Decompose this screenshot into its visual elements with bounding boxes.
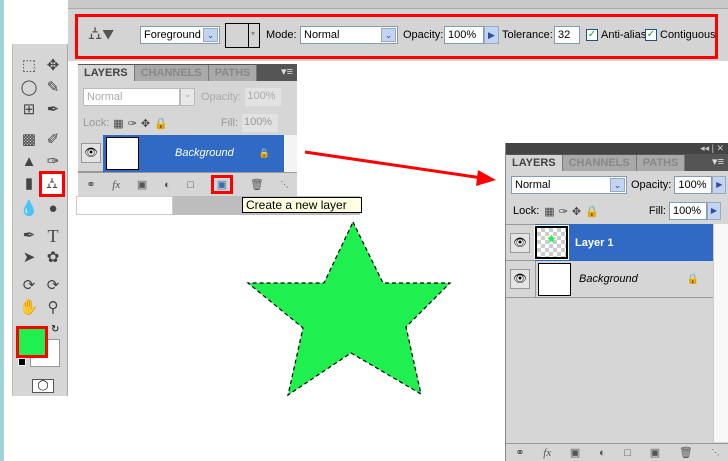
fill-slider-button[interactable]: ▶ [706,202,721,220]
new-group-icon[interactable]: □ [624,447,631,459]
layer-row-background[interactable]: 👁 Background 🔒 [506,260,713,298]
arrow-head [476,170,496,186]
lock-position-icon[interactable]: ✥ [572,205,581,218]
layer-row-layer-1[interactable]: 👁 ★ Layer 1 [506,224,713,261]
panel-header: ◂◂ | ✕ [506,143,728,154]
tab-layers[interactable]: LAYERS [506,155,563,171]
layer-thumbnail [538,262,571,296]
lock-image-icon[interactable]: ✑ [559,205,568,218]
lock-icon: 🔒 [686,273,699,285]
new-layer-icon[interactable]: ▣ [650,446,660,459]
layer-mask-icon[interactable]: ▣ [570,446,580,459]
chevron-down-icon: ⌄ [610,178,625,192]
tab-paths[interactable]: PATHS [636,155,686,171]
arrow-line [304,150,483,180]
fill-input[interactable]: 100% [668,202,707,220]
resize-grip[interactable]: ⋱ [712,448,720,457]
panel-menu-icon[interactable]: ▾≡ [708,155,728,171]
adjustment-layer-icon[interactable]: ◐ [599,447,606,459]
opacity-input[interactable]: 100% [674,176,713,194]
eye-icon[interactable]: 👁 [510,269,530,289]
panel-bottom-bar: ⚭ fx ▣ ◐ □ ▣ 🗑 ⋱ [506,443,728,461]
opacity-slider-button[interactable]: ▶ [712,176,727,194]
layer-thumbnail: ★ [534,225,569,260]
tab-channels[interactable]: CHANNELS [562,155,637,171]
lock-transparent-icon[interactable]: ▦ [544,205,554,218]
blend-mode-select[interactable]: Normal ⌄ [511,176,627,194]
star-shape [246,220,452,397]
close-icon[interactable]: ✕ [716,143,724,153]
eye-icon[interactable]: 👁 [510,232,530,253]
collapse-icon[interactable]: ◂◂ [700,143,709,153]
layers-panel-after: ◂◂ | ✕ LAYERS CHANNELS PATHS ▾≡ Normal ⌄ … [505,143,728,461]
link-layers-icon[interactable]: ⚭ [515,446,524,459]
panel-tabs: LAYERS CHANNELS PATHS ▾≡ [506,154,728,171]
fx-icon[interactable]: fx [543,447,551,459]
trash-icon[interactable]: 🗑 [679,446,693,459]
lock-all-icon[interactable]: 🔒 [585,205,599,218]
layers-scrollbar[interactable] [713,224,728,442]
